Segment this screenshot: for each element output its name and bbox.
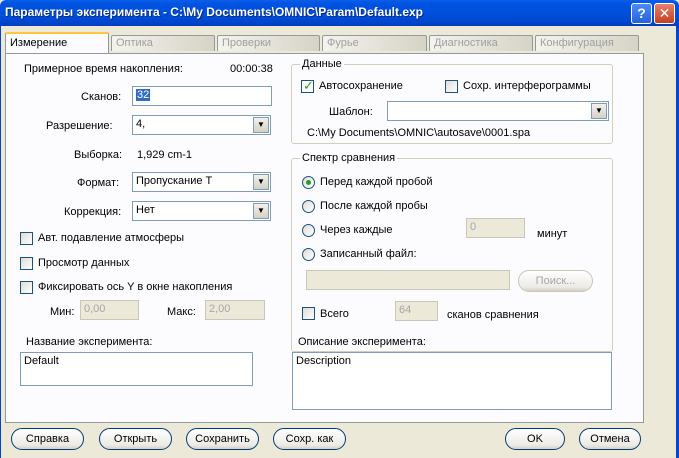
scans-input-value: 32 — [136, 89, 151, 101]
data-group: Данные Автосохранение Сохр. интерферогра… — [291, 58, 613, 144]
background-group: Спектр сравнения Перед каждой пробой Пос… — [291, 152, 613, 352]
cancel-button[interactable]: Отмена — [579, 428, 641, 450]
sampling-value: 1,929 cm-1 — [137, 149, 193, 161]
tab-optics[interactable]: Оптика — [111, 35, 215, 51]
resolution-value: 4, — [136, 118, 146, 130]
total-scans-input[interactable]: 64 — [395, 301, 438, 321]
scans-input[interactable]: 32 — [132, 86, 272, 106]
template-label: Шаблон: — [329, 106, 373, 118]
saved-file-label: Записанный файл: — [320, 248, 417, 260]
template-select[interactable]: ▼ — [387, 101, 609, 121]
after-each-label: После каждой пробы — [320, 200, 428, 212]
chevron-down-icon[interactable]: ▼ — [253, 174, 269, 190]
resolution-label: Разрешение: — [46, 120, 113, 132]
save-interferograms-label: Сохр. интерферограммы — [463, 80, 591, 92]
atm-suppression-checkbox[interactable] — [20, 232, 33, 245]
before-each-radio[interactable] — [302, 176, 315, 189]
collection-time-value: 00:00:38 — [230, 63, 273, 75]
min-input[interactable]: 0,00 — [80, 300, 139, 320]
after-each-radio[interactable] — [302, 200, 315, 213]
help-icon[interactable]: ? — [631, 3, 652, 24]
every-label: Через каждые — [320, 224, 393, 236]
correction-label: Коррекция: — [64, 206, 122, 218]
tab-measurement[interactable]: Измерение — [5, 32, 109, 53]
experiment-name-label: Название эксперимента: — [26, 336, 153, 348]
chevron-down-icon[interactable]: ▼ — [253, 117, 269, 133]
fix-y-axis-checkbox[interactable] — [20, 281, 33, 294]
collection-time-label: Примерное время накопления: — [24, 63, 183, 75]
tab-diagnostics[interactable]: Диагностика — [429, 35, 533, 51]
save-button[interactable]: Сохранить — [186, 428, 259, 450]
browse-button[interactable]: Поиск... — [518, 270, 593, 292]
atm-suppression-label: Авт. подавление атмосферы — [38, 232, 185, 244]
autosave-path: C:\My Documents\OMNIC\autosave\0001.spa — [307, 127, 531, 139]
tab-strip: Измерение Оптика Проверки Фурье Диагност… — [5, 32, 645, 54]
minutes-label: минут — [537, 228, 568, 240]
saved-file-input[interactable] — [306, 270, 510, 290]
total-label: Всего — [320, 308, 349, 320]
autosave-checkbox[interactable] — [301, 78, 314, 94]
before-each-label: Перед каждой пробой — [320, 176, 433, 188]
autosave-label: Автосохранение — [319, 80, 403, 92]
min-label: Мин: — [50, 306, 75, 318]
save-interferograms-checkbox[interactable] — [445, 80, 458, 93]
open-button[interactable]: Открыть — [99, 428, 172, 450]
fix-y-axis-label: Фиксировать ось Y в окне накопления — [38, 281, 233, 293]
experiment-description-input[interactable]: Description — [292, 352, 612, 410]
every-radio[interactable] — [302, 224, 315, 237]
saved-file-radio[interactable] — [302, 248, 315, 261]
every-minutes-input[interactable]: 0 — [466, 218, 525, 238]
dialog-client: Измерение Оптика Проверки Фурье Диагност… — [0, 26, 679, 458]
correction-value: Нет — [136, 204, 155, 216]
tab-configuration[interactable]: Конфигурация — [535, 35, 639, 51]
max-label: Макс: — [167, 306, 196, 318]
tab-checks[interactable]: Проверки — [217, 35, 320, 51]
sampling-label: Выборка: — [74, 149, 123, 161]
total-checkbox[interactable] — [302, 307, 315, 320]
experiment-name-input[interactable]: Default — [20, 352, 253, 386]
format-select[interactable]: Пропускание Т ▼ — [132, 172, 271, 192]
tab-fourier[interactable]: Фурье — [322, 35, 427, 51]
resolution-select[interactable]: 4, ▼ — [132, 115, 271, 135]
format-value: Пропускание Т — [136, 175, 213, 187]
scans-label: Сканов: — [81, 91, 122, 103]
window-title: Параметры эксперимента - C:\My Documents… — [5, 5, 423, 19]
title-bar: Параметры эксперимента - C:\My Documents… — [0, 0, 679, 26]
chevron-down-icon[interactable]: ▼ — [591, 103, 607, 119]
max-input[interactable]: 2,00 — [205, 300, 265, 320]
preview-data-label: Просмотр данных — [38, 257, 130, 269]
help-button[interactable]: Справка — [11, 428, 84, 450]
correction-select[interactable]: Нет ▼ — [132, 201, 271, 221]
preview-data-checkbox[interactable] — [20, 257, 33, 270]
data-group-legend: Данные — [300, 58, 344, 70]
ok-button[interactable]: OK — [505, 428, 565, 450]
chevron-down-icon[interactable]: ▼ — [253, 203, 269, 219]
experiment-description-label: Описание эксперимента: — [298, 336, 426, 348]
background-group-legend: Спектр сравнения — [300, 152, 398, 164]
format-label: Формат: — [77, 177, 120, 189]
bg-scans-label: сканов сравнения — [447, 309, 539, 321]
tab-panel-measurement: Примерное время накопления: 00:00:38 Ска… — [5, 53, 644, 423]
close-icon[interactable]: ✕ — [654, 3, 675, 24]
save-as-button[interactable]: Сохр. как — [273, 428, 346, 450]
